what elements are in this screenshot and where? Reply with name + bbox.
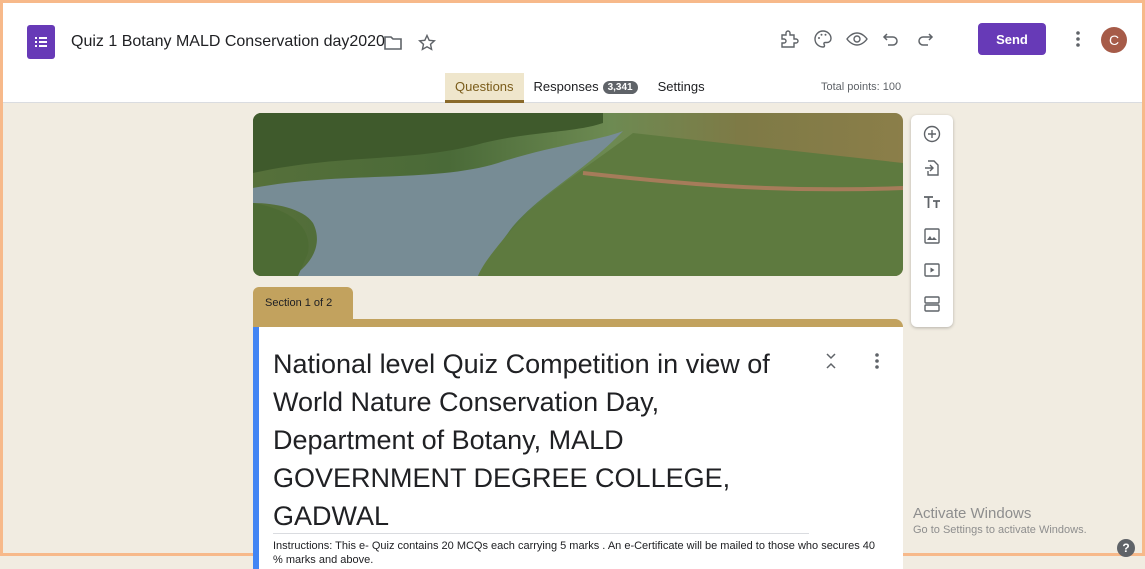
google-forms-logo-icon[interactable] [27,25,55,59]
add-image-icon[interactable] [919,223,945,249]
responses-count-badge: 3,341 [602,81,638,94]
folder-icon[interactable] [381,31,405,55]
star-icon[interactable] [415,31,439,55]
more-vert-icon[interactable] [865,349,889,373]
tab-questions[interactable]: Questions [445,73,524,103]
add-section-icon[interactable] [919,291,945,317]
add-question-icon[interactable] [919,121,945,147]
watermark-title: Activate Windows [913,505,1032,522]
more-vert-icon[interactable] [1066,27,1090,51]
collapse-icon[interactable] [819,349,843,373]
import-questions-icon[interactable] [919,155,945,181]
tab-responses[interactable]: Responses 3,341 [524,73,648,103]
section-label: Section 1 of 2 [253,287,353,319]
active-card-indicator [253,327,259,569]
tab-label: Responses [533,79,599,94]
watermark-subtitle: Go to Settings to activate Windows. [913,524,1087,536]
tab-settings[interactable]: Settings [648,73,715,103]
addon-puzzle-icon[interactable] [777,27,801,51]
activate-windows-watermark: Activate Windows Go to Settings to activ… [913,505,1087,536]
total-points: Total points: 100 [821,81,902,93]
header-banner-image [253,113,903,276]
add-video-icon[interactable] [919,257,945,283]
form-description[interactable]: Instructions: This e- Quiz contains 20 M… [273,539,883,567]
form-title[interactable]: National level Quiz Competition in view … [273,345,793,535]
avatar[interactable]: C [1101,27,1127,53]
help-icon[interactable]: ? [1117,539,1135,557]
top-bar: Quiz 1 Botany MALD Conservation day2020 … [3,3,1142,103]
send-button[interactable]: Send [978,23,1046,55]
tab-label: Settings [657,79,705,94]
undo-icon[interactable] [879,27,903,51]
palette-icon[interactable] [811,27,835,51]
preview-eye-icon[interactable] [845,27,869,51]
form-header-card[interactable]: National level Quiz Competition in view … [253,319,903,569]
form-tabs: Questions Responses 3,341 Settings [445,73,715,103]
document-title[interactable]: Quiz 1 Botany MALD Conservation day2020 [71,33,385,51]
side-toolbar [911,115,953,327]
tab-label: Questions [455,79,514,94]
add-title-icon[interactable] [919,189,945,215]
title-underline [273,533,809,534]
redo-icon[interactable] [913,27,937,51]
